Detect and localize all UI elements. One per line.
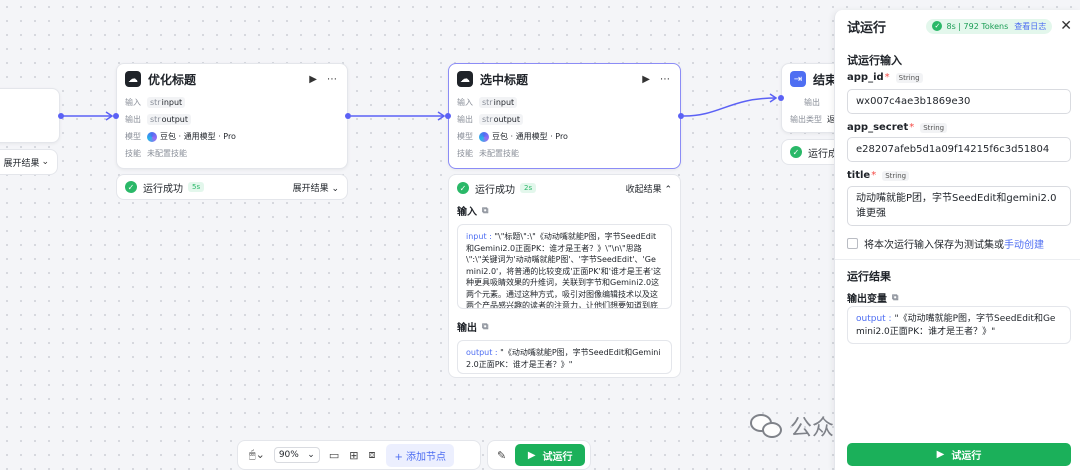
play-icon[interactable]: ▶ <box>309 74 317 85</box>
more-icon[interactable]: ⋯ <box>327 74 337 85</box>
input-param-tag: str input <box>479 97 518 108</box>
llm-node-icon: ☁ <box>125 71 141 87</box>
output-param-tag: str output <box>479 114 523 125</box>
app-secret-input[interactable]: e28207afeb5d1a09f14215f6c3d51804 <box>847 137 1071 162</box>
skill-label: 技能 <box>125 149 141 158</box>
debug-icon[interactable]: ✎ <box>497 449 506 462</box>
field-label-app-secret: app_secret * String <box>835 122 948 133</box>
zoom-select[interactable]: 90% ⌄ <box>273 447 320 463</box>
input-param-tag: str input <box>147 97 186 108</box>
manual-create-link[interactable]: 手动创建 <box>1004 236 1044 251</box>
left-node-stub[interactable] <box>0 88 60 143</box>
title-textarea[interactable]: 动动嘴就能P团，字节SeedEdit和gemini2.0谁更强 <box>847 186 1071 226</box>
close-icon[interactable]: ✕ <box>1060 18 1072 34</box>
more-icon[interactable]: ⋯ <box>660 74 670 85</box>
input-section-title: 试运行输入 <box>847 54 902 67</box>
node-select-output-port[interactable] <box>678 113 684 119</box>
status-text: 运行成功 <box>143 183 183 195</box>
field-label-title: title * String <box>835 170 910 181</box>
panel-title: 试运行 <box>847 20 887 36</box>
output-param-tag: str output <box>147 114 191 125</box>
model-label: 模型 <box>457 132 473 141</box>
output-type-label: 输出类型 <box>790 115 822 124</box>
doubao-model-icon <box>147 131 157 142</box>
output-label: 输出 <box>804 98 820 107</box>
doubao-model-icon <box>479 131 489 142</box>
panel-test-run-button[interactable]: ▶ 试运行 <box>847 443 1071 466</box>
divider <box>835 259 1080 260</box>
copy-icon[interactable]: ⧉ <box>482 322 488 332</box>
copy-icon[interactable]: ⧉ <box>892 293 898 303</box>
success-check-icon: ✓ <box>932 21 943 31</box>
view-log-link[interactable]: 查看日志 <box>1014 21 1046 32</box>
node-title: 选中标题 <box>480 72 529 87</box>
model-label: 模型 <box>125 132 141 141</box>
llm-node-icon: ☁ <box>457 71 473 87</box>
run-stats-badge: ✓ 8s | 792 Tokens 查看日志 <box>926 18 1053 34</box>
add-node-button[interactable]: + 添加节点 <box>386 443 455 467</box>
node-optimize-output-port[interactable] <box>345 113 351 119</box>
output-var-value: output : "《动动嘴就能P图，字节SeedEdit和Gemini2.0正… <box>847 306 1071 344</box>
collapse-result-button[interactable]: 收起结果 ⌃ <box>626 182 672 195</box>
result-input-title: 输入 <box>457 207 477 218</box>
edge-select-to-end <box>683 97 777 117</box>
node-end-input-port[interactable] <box>778 95 784 101</box>
model-value: 豆包 · 通用模型 · Pro <box>160 132 236 141</box>
duration-badge: 2s <box>520 183 537 193</box>
layout-icon[interactable]: ⊞ <box>349 449 358 462</box>
skill-label: 技能 <box>457 149 473 158</box>
output-var-title: 输出变量 ⧉ <box>847 292 899 306</box>
success-check-icon: ✓ <box>457 182 469 194</box>
field-label-app-id: app_id * String <box>835 72 923 83</box>
node-select-title[interactable]: ☁ 选中标题 ▶ ⋯ 输入 str input 输出 str output 模型 豆包 ·… <box>448 63 681 169</box>
chevron-down-icon: ⌄ <box>331 183 339 194</box>
mouse-mode-icon[interactable]: 🖱︎⌄ <box>249 448 265 462</box>
app-id-input[interactable]: wx007c4ae3b1869e30 <box>847 89 1071 114</box>
comment-icon[interactable]: ▭ <box>329 449 339 462</box>
run-toolbar: ✎ ▶ 试运行 <box>487 440 591 470</box>
node-title: 优化标题 <box>148 72 197 87</box>
node-select-result-panel: ✓ 运行成功 2s 收起结果 ⌃ 输入 ⧉ input : "\"标题\":\"… <box>448 174 681 378</box>
left-node-output-port[interactable] <box>58 113 64 119</box>
test-run-panel: 试运行 ✓ 8s | 792 Tokens 查看日志 ✕ 试运行输入 app_i… <box>834 10 1080 470</box>
model-value: 豆包 · 通用模型 · Pro <box>492 132 568 141</box>
chevron-up-icon: ⌃ <box>664 184 672 195</box>
success-check-icon: ✓ <box>125 181 137 193</box>
duration-badge: 5s <box>188 182 205 192</box>
status-text: 运行成功 <box>475 184 515 196</box>
success-check-icon: ✓ <box>790 146 802 158</box>
input-label: 输入 <box>125 98 141 107</box>
output-label: 输出 <box>457 115 473 124</box>
copy-icon[interactable]: ⧉ <box>482 206 488 216</box>
result-input-value: input : "\"标题\":\"《动动嘴就能P图，字节SeedEdit和Ge… <box>457 224 672 309</box>
chevron-down-icon: ⌄ <box>41 157 49 167</box>
node-optimize-input-port[interactable] <box>113 113 119 119</box>
end-node-icon: ⇥ <box>790 71 806 87</box>
expand-result-button[interactable]: 展开结果 ⌄ <box>293 181 339 194</box>
input-label: 输入 <box>457 98 473 107</box>
test-run-button[interactable]: ▶ 试运行 <box>515 444 586 466</box>
skill-value: 未配置技能 <box>147 149 187 158</box>
play-icon[interactable]: ▶ <box>642 74 650 85</box>
result-section-title: 运行结果 <box>847 270 891 283</box>
wechat-logo-icon <box>750 412 784 440</box>
chevron-down-icon: ⌄ <box>307 450 315 460</box>
save-testset-row: 将本次运行输入保存为测试集或 手动创建 <box>847 236 1044 251</box>
result-output-value: output : "《动动嘴就能P图，字节SeedEdit和Gemini2.0正… <box>457 340 672 374</box>
save-testset-text: 将本次运行输入保存为测试集或 <box>864 240 1004 251</box>
canvas-toolbar: 🖱︎⌄ 90% ⌄ ▭ ⊞ ⧈ + 添加节点 <box>237 440 481 470</box>
node-optimize-title[interactable]: ☁ 优化标题 ▶ ⋯ 输入 str input 输出 str output 模型 豆包 ·… <box>116 63 348 169</box>
minimap-icon[interactable]: ⧈ <box>368 448 375 462</box>
left-node-status: 展开结果 ⌄ <box>0 149 58 175</box>
result-output-title: 输出 <box>457 323 477 334</box>
output-label: 输出 <box>125 115 141 124</box>
node-optimize-status: ✓ 运行成功 5s 展开结果 ⌄ <box>116 174 348 200</box>
save-testset-checkbox[interactable] <box>847 238 858 249</box>
skill-value: 未配置技能 <box>479 149 519 158</box>
expand-result-button[interactable]: 展开结果 <box>3 156 39 169</box>
node-select-input-port[interactable] <box>445 113 451 119</box>
